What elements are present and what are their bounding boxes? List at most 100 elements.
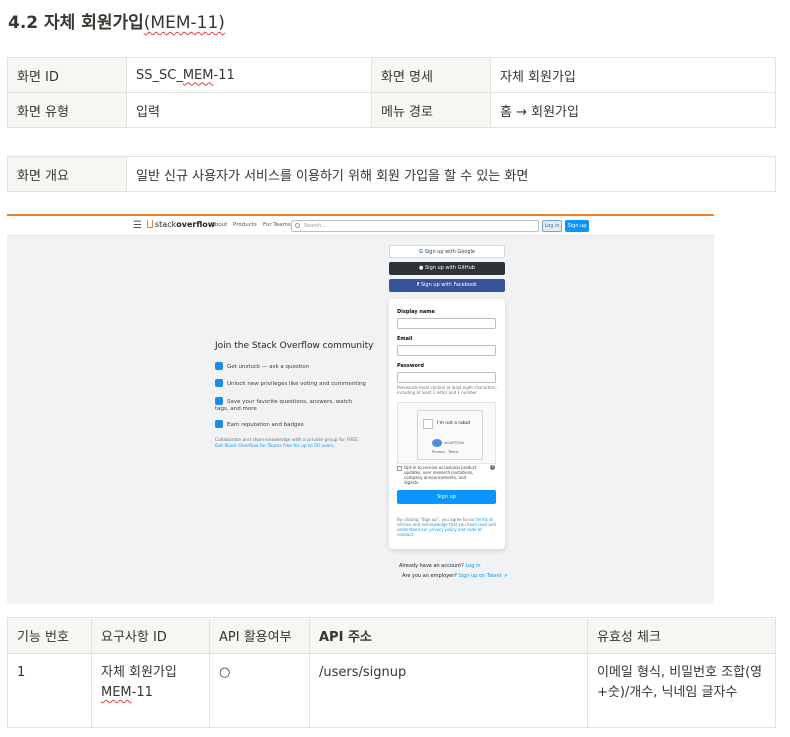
login-button[interactable]: Log in (542, 220, 562, 232)
requirement-id-cell: 자체 회원가입 MEM-11 (91, 653, 210, 728)
password-help: Passwords must contain at least eight ch… (397, 385, 497, 395)
screen-type-value: 입력 (126, 92, 372, 128)
overview-label: 화면 개요 (7, 156, 127, 192)
google-icon: G (419, 249, 424, 255)
screen-spec-label: 화면 명세 (371, 57, 491, 93)
captcha-checkbox[interactable] (423, 419, 433, 429)
password-input[interactable] (397, 372, 496, 383)
screen-spec-value: 자체 회원가입 (490, 57, 776, 93)
feature-item: Save your favorite questions, answers, w… (215, 397, 365, 413)
vote-icon (215, 379, 223, 387)
header-api-url: API 주소 (309, 617, 588, 654)
so-topbar: ☰ stackoverflow About Products For Teams… (7, 214, 714, 236)
screen-id-value: SS_SC_MEM-11 (126, 57, 372, 93)
email-label: Email (397, 336, 413, 342)
facebook-signup-label: Sign up with Facebook (420, 282, 477, 288)
captcha-terms[interactable]: Privacy - Terms (432, 450, 458, 454)
screen-id-suffix: -11 (213, 67, 235, 83)
screen-id-prefix: SS_SC_ (136, 67, 183, 83)
question-icon (215, 362, 223, 370)
screen-id-code: MEM (182, 67, 214, 83)
help-icon[interactable]: ? (490, 465, 495, 470)
google-signup-button[interactable]: G Sign up with Google (389, 245, 505, 258)
screen-id-label: 화면 ID (7, 57, 127, 93)
so-logo-bold: overflow (176, 220, 216, 229)
feature-item: Earn reputation and badges (215, 420, 304, 428)
trophy-icon (215, 420, 223, 428)
optin-text: Opt-in to receive occasional product upd… (404, 465, 477, 485)
requirement-code: MEM (101, 685, 132, 700)
nav-products[interactable]: Products (233, 222, 257, 228)
table-row: 화면 유형 입력 메뉴 경로 홈 → 회원가입 (7, 92, 776, 128)
github-signup-label: Sign up with GitHub (425, 265, 475, 271)
nav-for-teams[interactable]: For Teams (263, 222, 291, 228)
table-header-row: 기능 번호 요구사항 ID API 활용여부 API 주소 유효성 체크 (7, 617, 776, 654)
nav-about[interactable]: About (211, 222, 227, 228)
display-name-label: Display name (397, 309, 435, 315)
overview-table: 화면 개요 일반 신규 사용자가 서비스를 이용하기 위해 회원 가입을 할 수… (7, 156, 776, 192)
talent-link[interactable]: Sign up on Talent (459, 573, 502, 579)
requirement-suffix: -11 (131, 685, 153, 700)
so-logo-light: stack (155, 220, 177, 229)
collab-text: Collaborate and share knowledge with a p… (215, 438, 360, 450)
optin-checkbox[interactable] (397, 466, 402, 471)
password-label: Password (397, 363, 424, 369)
menu-path-label: 메뉴 경로 (371, 92, 491, 128)
employer-text: Are you an employer? (402, 573, 459, 579)
feature-text: Unlock new privileges like voting and co… (227, 381, 366, 387)
search-input[interactable]: Search... (291, 220, 539, 232)
section-title: 4.2 자체 회원가입(MEM-11) (8, 8, 225, 33)
header-requirement-id: 요구사항 ID (91, 617, 210, 654)
external-link-icon: ↗ (503, 573, 508, 579)
requirement-name: 자체 회원가입 (101, 665, 177, 680)
screen-info-table: 화면 ID SS_SC_MEM-11 화면 명세 자체 회원가입 화면 유형 입… (7, 57, 776, 128)
email-input[interactable] (397, 345, 496, 356)
github-signup-button[interactable]: ● Sign up with GitHub (389, 262, 505, 275)
section-title-code: (MEM-11) (143, 13, 225, 33)
google-signup-label: Sign up with Google (424, 249, 475, 255)
so-logo[interactable]: stackoverflow (147, 220, 215, 229)
hamburger-icon[interactable]: ☰ (133, 220, 142, 231)
validation-cell: 이메일 형식, 비밀번호 조합(영+숫)/개수, 닉네임 글자수 (587, 653, 776, 728)
signup-top-button[interactable]: Sign up (565, 220, 589, 232)
captcha-text: I'm not a robot (437, 421, 471, 426)
menu-path-value: 홈 → 회원가입 (490, 92, 776, 128)
feature-text: Earn reputation and badges (227, 422, 304, 428)
github-icon: ● (419, 265, 424, 271)
signup-screenshot: ☰ stackoverflow About Products For Teams… (7, 214, 714, 604)
overview-value: 일반 신규 사용자가 서비스를 이용하기 위해 회원 가입을 할 수 있는 화면 (126, 156, 776, 192)
join-title: Join the Stack Overflow community (215, 341, 374, 351)
header-function-no: 기능 번호 (7, 617, 92, 654)
stack-logo-icon (147, 220, 153, 228)
feature-text: Save your favorite questions, answers, w… (215, 399, 353, 412)
section-title-text: 4.2 자체 회원가입 (8, 13, 144, 33)
tag-icon (215, 397, 223, 405)
already-account: Already have an account? Log in (399, 563, 481, 569)
recaptcha-icon (432, 439, 442, 447)
screen-type-label: 화면 유형 (7, 92, 127, 128)
api-url-cell: /users/signup (309, 653, 588, 728)
display-name-input[interactable] (397, 318, 496, 329)
search-icon (295, 223, 300, 228)
header-validation: 유효성 체크 (587, 617, 776, 654)
facebook-signup-button[interactable]: f Sign up with Facebook (389, 279, 505, 292)
teams-link[interactable]: Get Stack Overflow for Teams free for up… (215, 444, 335, 449)
table-row: 화면 ID SS_SC_MEM-11 화면 명세 자체 회원가입 (7, 57, 776, 93)
facebook-icon: f (417, 282, 420, 288)
collab-text-body: Collaborate and share knowledge with a p… (215, 438, 360, 443)
feature-text: Get unstuck — ask a question (227, 364, 310, 370)
header-api-used: API 활용여부 (209, 617, 310, 654)
signup-submit-button[interactable]: Sign up (397, 490, 496, 504)
feature-item: Unlock new privileges like voting and co… (215, 379, 366, 387)
table-row: 1 자체 회원가입 MEM-11 ○ /users/signup 이메일 형식, … (7, 653, 776, 728)
function-no-cell: 1 (7, 653, 92, 728)
feature-item: Get unstuck — ask a question (215, 362, 309, 370)
requirements-table: 기능 번호 요구사항 ID API 활용여부 API 주소 유효성 체크 1 자… (7, 617, 776, 728)
login-link[interactable]: Log in (465, 563, 480, 569)
captcha-brand: reCAPTCHA (444, 441, 464, 445)
api-used-cell: ○ (209, 653, 310, 728)
already-text: Already have an account? (399, 563, 466, 569)
employer-line: Are you an employer? Sign up on Talent ↗ (402, 573, 507, 579)
search-placeholder: Search... (304, 223, 326, 229)
table-row: 화면 개요 일반 신규 사용자가 서비스를 이용하기 위해 회원 가입을 할 수… (7, 156, 776, 192)
